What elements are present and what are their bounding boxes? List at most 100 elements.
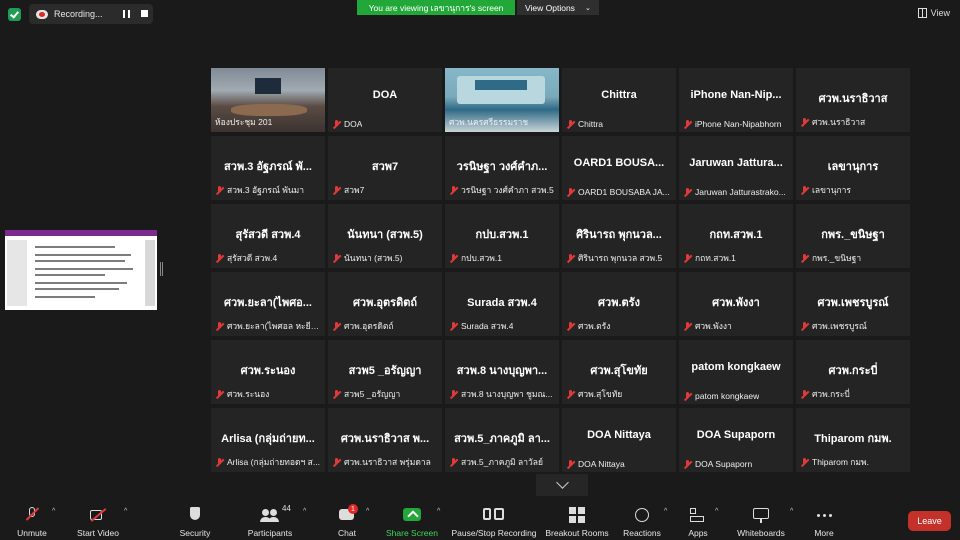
participant-tile[interactable]: ศวพ.อุตรดิตถ์ ศวพ.อุตรดิตถ์ [328,272,442,336]
participant-tile[interactable]: สวพ5 _อรัญญา สวพ5 _อรัญญา [328,340,442,404]
participant-tile[interactable]: ศวพ.ยะลา(ไพศอ... ศวพ.ยะลา(ไพศอล หะยีส... [211,272,325,336]
view-options-button[interactable]: View Options ⌄ [517,0,599,15]
participant-display-name: ศวพ.นราธิวาส [818,93,888,105]
participant-name-text: สวพ.3 อัฐภรณ์ พันมา [227,185,305,195]
microphone-muted-icon [449,253,458,263]
participants-label: Participants [247,528,293,538]
microphone-muted-icon [449,185,458,195]
reactions-button[interactable]: Reactions [622,498,662,540]
participant-tile[interactable]: ศวพ.นราธิวาส พ... ศวพ.นราธิวาส พรุ่มดาล [328,408,442,472]
participant-tile[interactable]: DOA Nittaya DOA Nittaya [562,408,676,472]
participant-tile[interactable]: สวพ.5_ภาคภูมิ ลา... สวพ.5_ภาคภูมิ ลาวัลย์ [445,408,559,472]
participant-name-text: Chittra [578,119,604,129]
participant-tile[interactable]: ศวพ.เพชรบูรณ์ ศวพ.เพชรบูรณ์ [796,272,910,336]
chat-caret-icon[interactable]: ^ [366,508,369,515]
participant-tile[interactable]: สวพ.3 อัฐภรณ์ พั... สวพ.3 อัฐภรณ์ พันมา [211,136,325,200]
participant-name-text: DOA [344,119,363,129]
video-options-caret-icon[interactable]: ^ [124,508,127,515]
participant-name-label: Jaruwan Jatturastrako... [683,187,790,197]
participant-tile[interactable]: กปบ.สวพ.1 กปบ.สวพ.1 [445,204,559,268]
participant-display-name: สุรัสวดี สวพ.4 [235,229,301,241]
view-button[interactable]: View [917,8,950,18]
participant-tile[interactable]: สวพ7 สวพ7 [328,136,442,200]
share-screen-button[interactable]: Share Screen [386,498,438,540]
participant-name-label: ศวพ.สุโขทัย [566,387,673,401]
recording-label: Recording... [54,9,103,19]
participant-name-text: สวพ5 _อรัญญา [344,389,401,399]
participant-tile[interactable]: DOA DOA [328,68,442,132]
pause-stop-recording-button[interactable]: Pause/Stop Recording [451,498,537,540]
participant-display-name: DOA [372,89,398,101]
security-shield-icon[interactable] [8,8,21,21]
participant-tile[interactable]: สวพ.8 นางบุญพา... สวพ.8 นางบุญพา ชูมณ... [445,340,559,404]
participant-tile[interactable]: กถท.สวพ.1 กถท.สวพ.1 [679,204,793,268]
participant-tile[interactable]: นันทนา (สวพ.5) นันทนา (สวพ.5) [328,204,442,268]
participant-tile[interactable]: Thiparom กมพ. Thiparom กมพ. [796,408,910,472]
microphone-muted-icon [332,119,341,129]
participant-tile[interactable]: ห้องประชุม 201 [211,68,325,132]
pause-stop-recording-label: Pause/Stop Recording [451,528,537,538]
participant-tile[interactable]: ศวพ.นราธิวาส ศวพ.นราธิวาส [796,68,910,132]
start-video-label: Start Video [77,528,119,538]
share-caret-icon[interactable]: ^ [437,508,440,515]
participant-name-label: OARD1 BOUSABA JA... [566,187,673,197]
whiteboards-button[interactable]: Whiteboards [736,498,786,540]
reactions-caret-icon[interactable]: ^ [664,508,667,515]
unmute-button[interactable]: Unmute [12,498,52,540]
microphone-muted-icon [566,119,575,129]
resize-handle[interactable] [160,262,163,276]
participants-caret-icon[interactable]: ^ [303,508,306,515]
participant-tile[interactable]: DOA Supaporn DOA Supaporn [679,408,793,472]
chevron-down-icon: ⌄ [584,4,591,12]
participant-tile[interactable]: ศิรินารถ พุกนวล... ศิรินารถ พุกนวล สวพ.5 [562,204,676,268]
participant-tile[interactable]: ศวพ.สุโขทัย ศวพ.สุโขทัย [562,340,676,404]
participant-name-text: ศวพ.นราธิวาส [812,117,866,127]
stop-recording-icon[interactable] [141,10,148,17]
participant-name-text: ศวพ.สุโขทัย [578,389,623,399]
security-button[interactable]: Security [176,498,214,540]
breakout-rooms-button[interactable]: Breakout Rooms [545,498,609,540]
pause-recording-icon[interactable] [123,10,130,18]
apps-caret-icon[interactable]: ^ [715,508,718,515]
leave-button[interactable]: Leave [908,511,951,531]
participant-display-name: ศวพ.ระนอง [240,365,296,377]
pause-stop-icon [483,506,505,524]
more-button[interactable]: More [812,498,836,540]
whiteboard-icon [751,506,771,524]
participant-tile[interactable]: สุรัสวดี สวพ.4 สุรัสวดี สวพ.4 [211,204,325,268]
participant-tile[interactable]: Surada สวพ.4 Surada สวพ.4 [445,272,559,336]
participant-tile[interactable]: iPhone Nan-Nip... iPhone Nan-Nipabhorn [679,68,793,132]
start-video-button[interactable]: Start Video [72,498,124,540]
participant-display-name: สวพ7 [371,161,399,173]
participant-tile[interactable]: เลขานุการ เลขานุการ [796,136,910,200]
scroll-down-button[interactable] [536,474,588,496]
participant-tile[interactable]: ศวพ.พังงา ศวพ.พังงา [679,272,793,336]
participant-tile[interactable]: OARD1 BOUSA... OARD1 BOUSABA JA... [562,136,676,200]
microphone-muted-icon [683,391,692,401]
audio-options-caret-icon[interactable]: ^ [52,508,55,515]
participant-name-label: ศิรินารถ พุกนวล สวพ.5 [566,251,673,265]
view-label: View [930,8,950,18]
view-options-label: View Options [525,2,575,13]
participant-display-name: ศวพ.สุโขทัย [590,365,648,377]
participant-tile[interactable]: ศวพ.กระบี่ ศวพ.กระบี่ [796,340,910,404]
participant-tile[interactable]: กพร._ขนิษฐา กพร._ขนิษฐา [796,204,910,268]
microphone-muted-icon [449,457,458,467]
participant-tile[interactable]: Jaruwan Jattura... Jaruwan Jatturastrako.… [679,136,793,200]
participant-name-text: DOA Nittaya [578,459,625,469]
participant-tile[interactable]: วรนิษฐา วงศ์คำภ... วรนิษฐา วงศ์คำภา สวพ.5 [445,136,559,200]
participant-tile[interactable]: patom kongkaew patom kongkaew [679,340,793,404]
shared-screen-preview[interactable] [5,230,157,310]
whiteboards-caret-icon[interactable]: ^ [790,508,793,515]
apps-button[interactable]: Apps [686,498,710,540]
participants-button[interactable]: 44 Participants [246,498,294,540]
participant-tile[interactable]: ศวพ.ตรัง ศวพ.ตรัง [562,272,676,336]
participant-tile[interactable]: Arlisa (กลุ่มถ่ายท... Arlisa (กลุ่มถ่ายทอ… [211,408,325,472]
participant-display-name: ศวพ.ยะลา(ไพศอ... [224,297,312,309]
chat-button[interactable]: 1 Chat [334,498,360,540]
participant-tile[interactable]: Chittra Chittra [562,68,676,132]
participant-name-text: กถท.สวพ.1 [695,253,736,263]
participant-tile[interactable]: ศวพ.ระนอง ศวพ.ระนอง [211,340,325,404]
chevron-down-icon [555,476,569,489]
participant-tile[interactable]: ศวพ.นครศรีธรรมราช [445,68,559,132]
